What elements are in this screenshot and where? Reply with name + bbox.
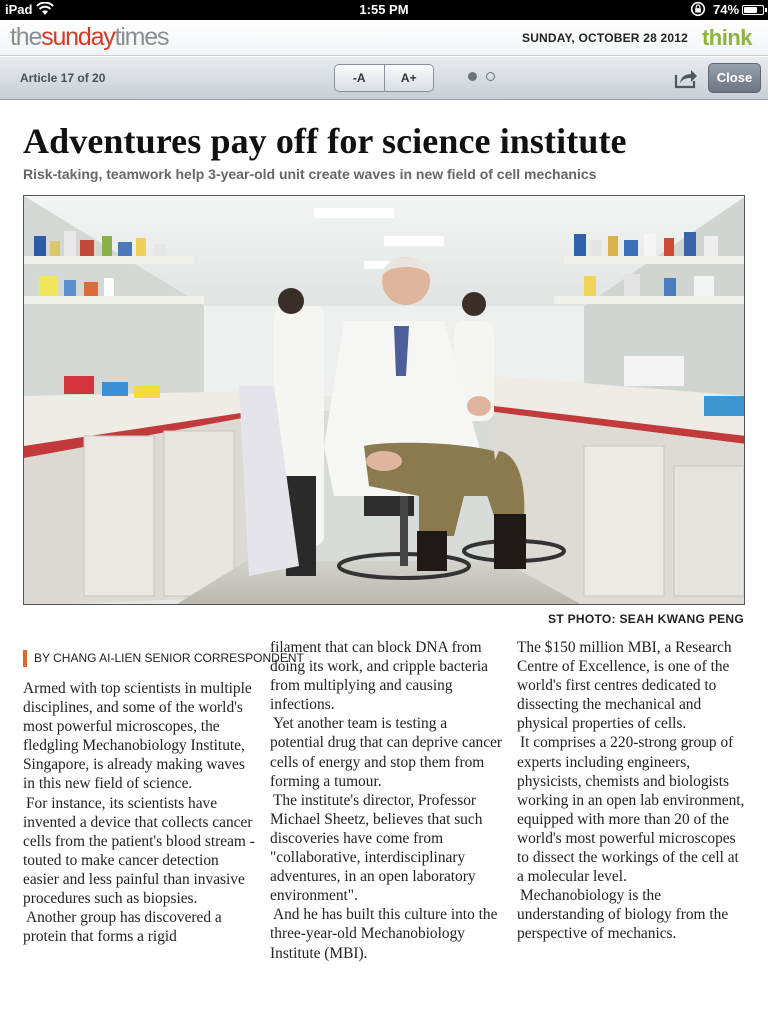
article-column-3: The $150 million MBI, a Research Centre … xyxy=(517,638,747,944)
paragraph: filament that can block DNA from doing i… xyxy=(270,639,488,714)
article-column-1: Armed with top scientists in multiple di… xyxy=(23,679,255,946)
paragraph: And he has built this culture into the t… xyxy=(270,906,498,962)
publication-date: SUNDAY, OCTOBER 28 2012 xyxy=(521,31,688,45)
status-time: 1:55 PM xyxy=(359,2,409,17)
paragraph: Yet another team is testing a potential … xyxy=(270,715,503,790)
section-logo: think xyxy=(701,25,753,50)
paragraph: It comprises a 220-strong group of exper… xyxy=(517,734,745,886)
status-bar: iPad 1:55 PM 74% xyxy=(0,0,768,20)
page-dot[interactable] xyxy=(486,72,495,81)
article-column-2: filament that can block DNA from doing i… xyxy=(270,638,504,963)
paragraph: Another group has discovered a protein t… xyxy=(23,909,222,946)
article-subhead: Risk-taking, teamwork help 3-year-old un… xyxy=(23,166,597,182)
paragraph: Mechanobiology is the understanding of b… xyxy=(517,887,729,943)
reader-toolbar: Article 17 of 20 -A A+ Close xyxy=(0,57,768,100)
battery-fill xyxy=(744,7,757,13)
article-position: Article 17 of 20 xyxy=(20,71,106,85)
decrease-font-button[interactable]: -A xyxy=(335,65,384,91)
newspaper-logo: thesundaytimes xyxy=(10,23,170,51)
paragraph: For instance, its scientists have invent… xyxy=(23,794,255,908)
font-size-control: -A A+ xyxy=(334,64,434,92)
paragraph: The institute's director, Professor Mich… xyxy=(270,791,483,905)
byline: BY CHANG AI-LIEN SENIOR CORRESPONDENT xyxy=(23,650,304,667)
paragraph: Armed with top scientists in multiple di… xyxy=(23,680,252,793)
article-headline: Adventures pay off for science institute xyxy=(23,121,627,161)
close-button[interactable]: Close xyxy=(708,63,761,93)
photo-credit: ST PHOTO: SEAH KWANG PENG xyxy=(548,612,744,626)
increase-font-button[interactable]: A+ xyxy=(383,65,434,91)
rotation-lock-icon xyxy=(690,1,706,17)
share-icon[interactable] xyxy=(674,67,698,89)
page-dot-active[interactable] xyxy=(468,72,477,81)
article-photo xyxy=(23,195,745,605)
battery-icon xyxy=(742,5,767,15)
masthead: thesundaytimes SUNDAY, OCTOBER 28 2012 t… xyxy=(0,20,768,56)
paragraph: The $150 million MBI, a Research Centre … xyxy=(517,639,732,733)
battery-percent: 74% xyxy=(713,2,740,17)
